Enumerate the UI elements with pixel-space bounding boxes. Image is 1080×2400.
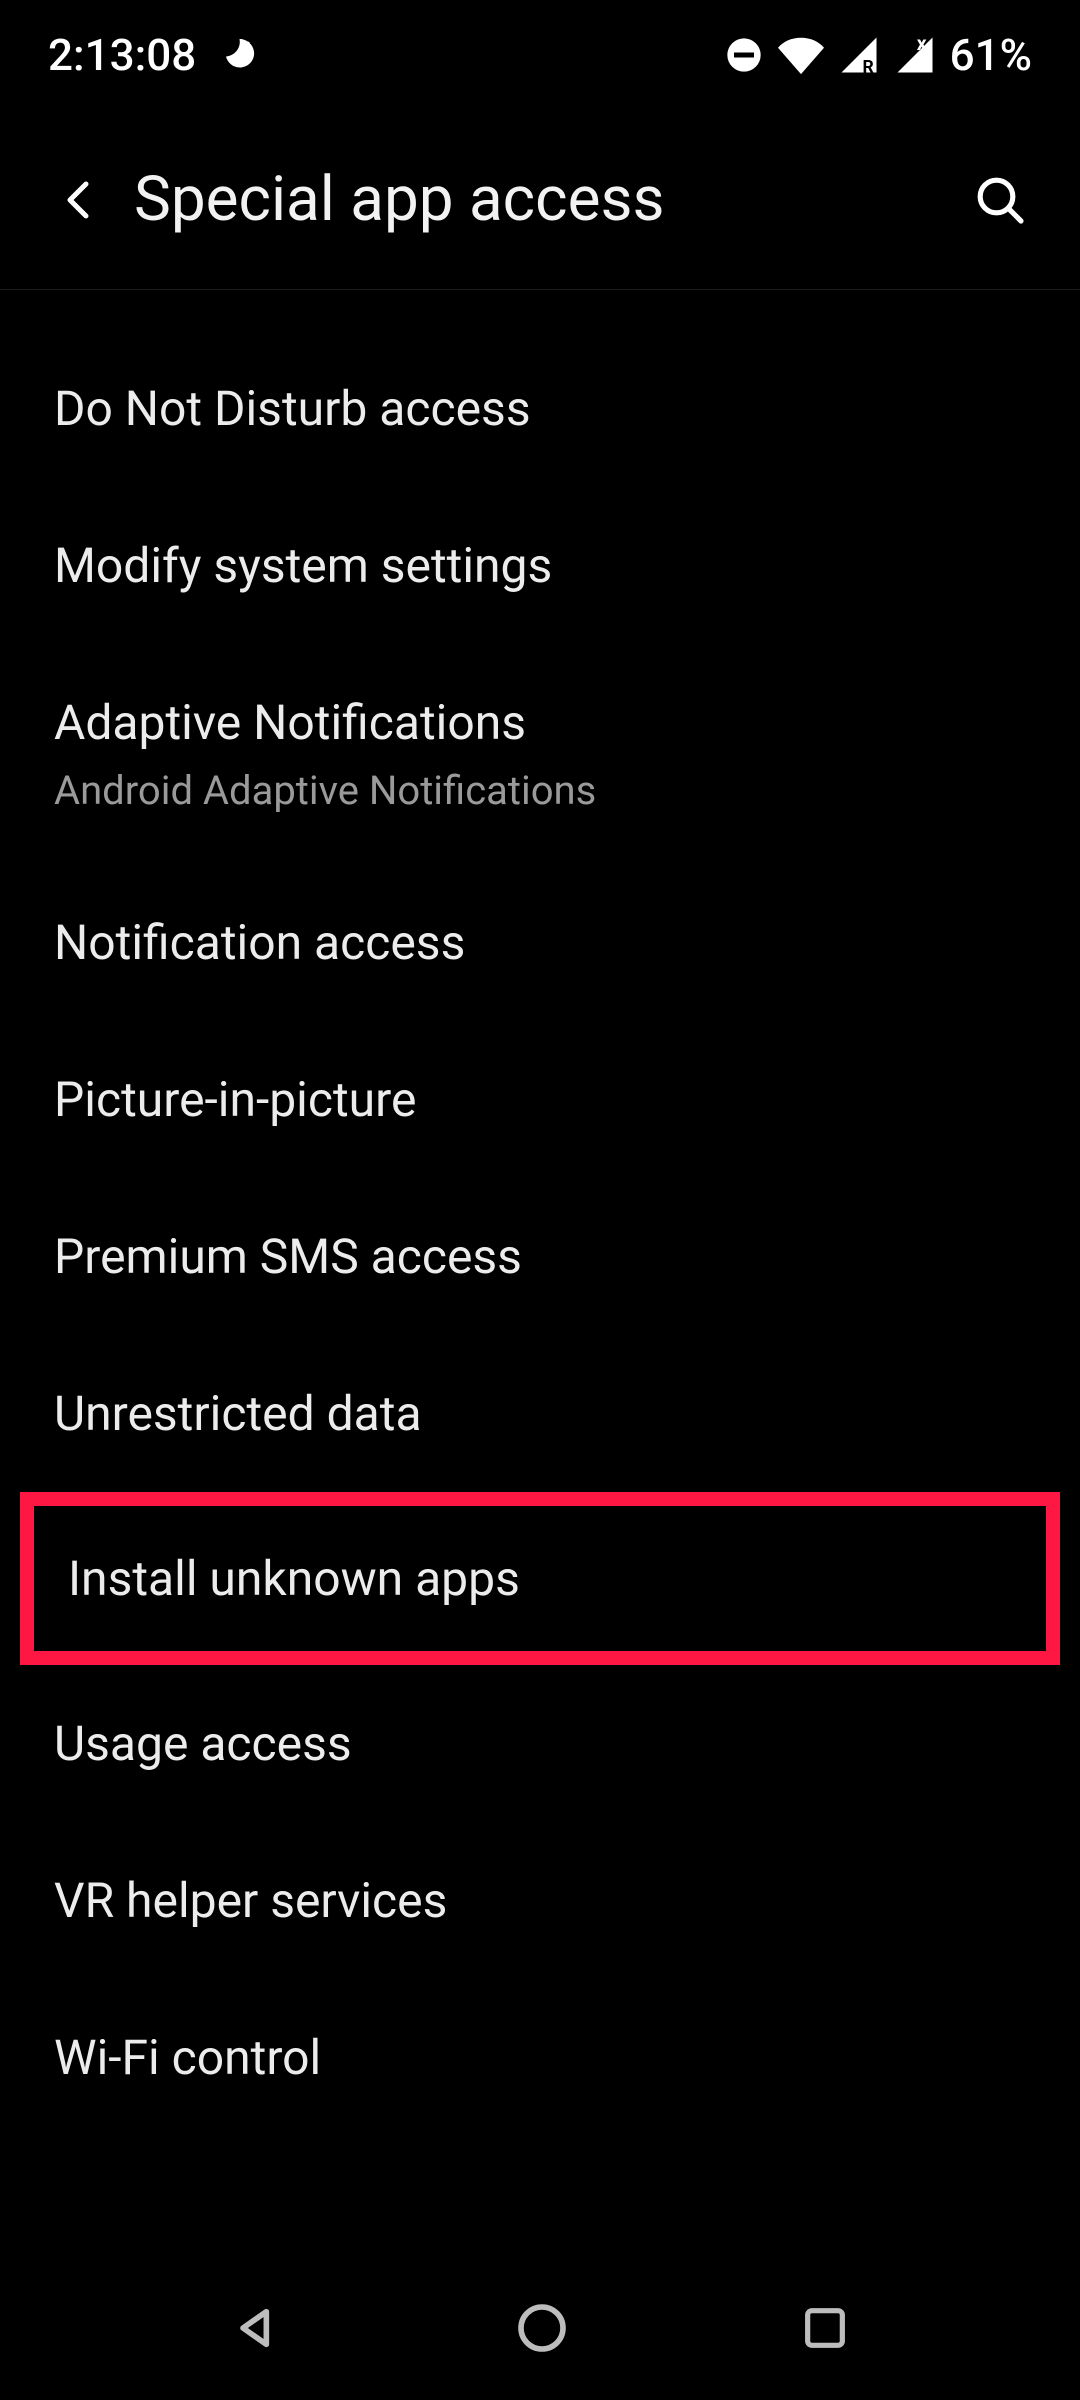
list-item-wifi-control[interactable]: Wi-Fi control bbox=[0, 1979, 1080, 2136]
list-item-title: Unrestricted data bbox=[54, 1385, 1026, 1442]
signal-1-icon: R bbox=[838, 34, 880, 76]
list-item-premium-sms-access[interactable]: Premium SMS access bbox=[0, 1178, 1080, 1335]
dnd-moon-icon bbox=[218, 35, 258, 75]
list-item-do-not-disturb-access[interactable]: Do Not Disturb access bbox=[0, 330, 1080, 487]
list-item-title: Premium SMS access bbox=[54, 1228, 1026, 1285]
list-item-vr-helper-services[interactable]: VR helper services bbox=[0, 1822, 1080, 1979]
list-item-picture-in-picture[interactable]: Picture-in-picture bbox=[0, 1021, 1080, 1178]
highlight-annotation: Install unknown apps bbox=[20, 1492, 1060, 1665]
list-item-subtitle: Android Adaptive Notifications bbox=[54, 767, 1026, 814]
system-nav-bar bbox=[0, 2260, 1080, 2400]
chevron-left-icon bbox=[56, 176, 104, 224]
svg-text:x: x bbox=[916, 34, 926, 55]
search-icon bbox=[972, 172, 1028, 228]
settings-list: Do Not Disturb access Modify system sett… bbox=[0, 290, 1080, 2136]
dnd-off-icon bbox=[724, 35, 764, 75]
list-item-usage-access[interactable]: Usage access bbox=[0, 1665, 1080, 1822]
battery-text: 61% bbox=[950, 29, 1032, 81]
list-item-modify-system-settings[interactable]: Modify system settings bbox=[0, 487, 1080, 644]
list-item-install-unknown-apps[interactable]: Install unknown apps bbox=[34, 1506, 1046, 1651]
search-button[interactable] bbox=[960, 160, 1040, 240]
list-item-title: Install unknown apps bbox=[68, 1550, 1012, 1607]
list-item-notification-access[interactable]: Notification access bbox=[0, 864, 1080, 1021]
list-item-unrestricted-data[interactable]: Unrestricted data bbox=[0, 1335, 1080, 1492]
list-item-title: Do Not Disturb access bbox=[54, 380, 1026, 437]
nav-back-button[interactable] bbox=[229, 2300, 285, 2360]
back-button[interactable] bbox=[40, 160, 120, 240]
triangle-back-icon bbox=[229, 2300, 285, 2356]
status-left: 2:13:08 bbox=[48, 29, 258, 81]
status-right: R x 61% bbox=[724, 29, 1032, 81]
signal-2-icon: x bbox=[894, 34, 936, 76]
list-item-title: Picture-in-picture bbox=[54, 1071, 1026, 1128]
list-item-title: VR helper services bbox=[54, 1872, 1026, 1929]
list-item-title: Notification access bbox=[54, 914, 1026, 971]
nav-recent-button[interactable] bbox=[799, 2302, 851, 2358]
nav-home-button[interactable] bbox=[514, 2300, 570, 2360]
app-bar: Special app access bbox=[0, 110, 1080, 290]
list-item-adaptive-notifications[interactable]: Adaptive Notifications Android Adaptive … bbox=[0, 644, 1080, 864]
circle-home-icon bbox=[514, 2300, 570, 2356]
svg-text:R: R bbox=[862, 58, 873, 77]
list-item-title: Modify system settings bbox=[54, 537, 1026, 594]
page-title: Special app access bbox=[134, 163, 960, 236]
status-time: 2:13:08 bbox=[48, 29, 196, 81]
list-item-title: Adaptive Notifications bbox=[54, 694, 1026, 751]
status-bar: 2:13:08 R x 61% bbox=[0, 0, 1080, 110]
square-recent-icon bbox=[799, 2302, 851, 2354]
wifi-icon bbox=[778, 32, 824, 78]
list-item-title: Usage access bbox=[54, 1715, 1026, 1772]
list-item-title: Wi-Fi control bbox=[54, 2029, 1026, 2086]
